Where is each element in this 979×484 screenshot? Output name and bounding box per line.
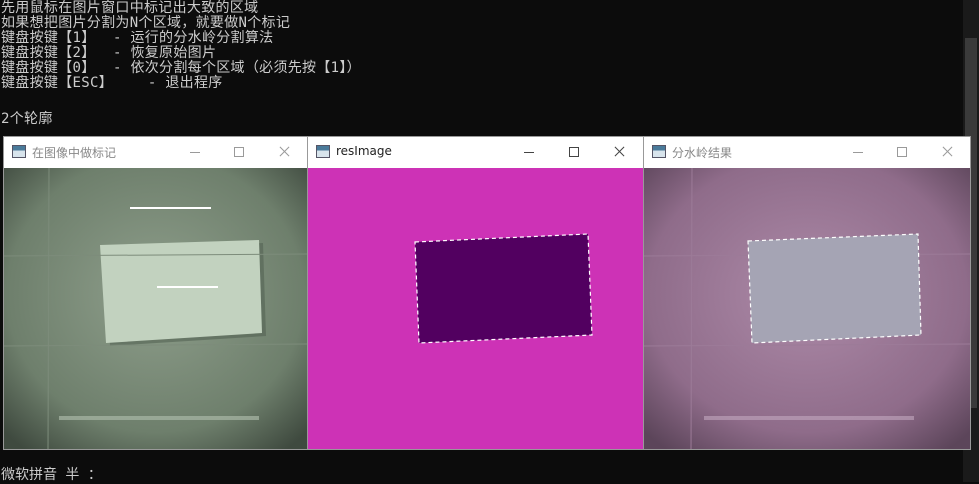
- result-region: [747, 233, 922, 344]
- window-app-icon: [652, 145, 666, 158]
- source-photo: [4, 168, 307, 449]
- mask-region: [414, 233, 593, 344]
- maximize-icon[interactable]: [229, 142, 249, 162]
- console-line: 先用鼠标在图片窗口中标记出大致的区域: [1, 0, 259, 16]
- result-photo: [644, 168, 970, 449]
- window-title: resImage: [336, 144, 392, 158]
- window-app-icon: [316, 145, 330, 158]
- window-title: 分水岭结果: [672, 146, 733, 160]
- title-bar[interactable]: resImage: [308, 137, 643, 167]
- maximize-icon[interactable]: [564, 142, 584, 162]
- watershed-window[interactable]: 分水岭结果: [644, 137, 970, 449]
- segmentation-mask[interactable]: [308, 168, 643, 449]
- console-line: 键盘按键【1】 - 运行的分水岭分割算法: [1, 30, 274, 46]
- console-line: 键盘按键【0】 - 依次分割每个区域（必须先按【1】）: [1, 60, 361, 76]
- close-icon[interactable]: [610, 142, 630, 162]
- minimize-icon[interactable]: [185, 142, 205, 162]
- console-line: 键盘按键【ESC】 - 退出程序: [1, 75, 223, 91]
- minimize-icon[interactable]: [848, 142, 868, 162]
- watershed-result-overlay[interactable]: [644, 168, 970, 449]
- marker-window[interactable]: 在图像中做标记: [4, 137, 307, 449]
- title-bar[interactable]: 在图像中做标记: [4, 137, 307, 167]
- console-line: 如果想把图片分割为N个区域，就要做N个标记: [1, 15, 291, 31]
- console-line: 2个轮廓: [1, 111, 53, 127]
- maximize-icon[interactable]: [892, 142, 912, 162]
- title-bar[interactable]: 分水岭结果: [644, 137, 970, 167]
- minimize-icon[interactable]: [519, 142, 539, 162]
- close-icon[interactable]: [275, 142, 295, 162]
- close-icon[interactable]: [938, 142, 958, 162]
- marked-source-image[interactable]: [4, 168, 307, 449]
- console-line: 键盘按键【2】 - 恢复原始图片: [1, 45, 217, 61]
- window-app-icon: [12, 145, 26, 158]
- ime-status: 微软拼音 半 ：: [1, 467, 102, 483]
- resimage-window[interactable]: resImage: [308, 137, 643, 449]
- window-title: 在图像中做标记: [32, 146, 117, 160]
- mask-image: [308, 168, 643, 449]
